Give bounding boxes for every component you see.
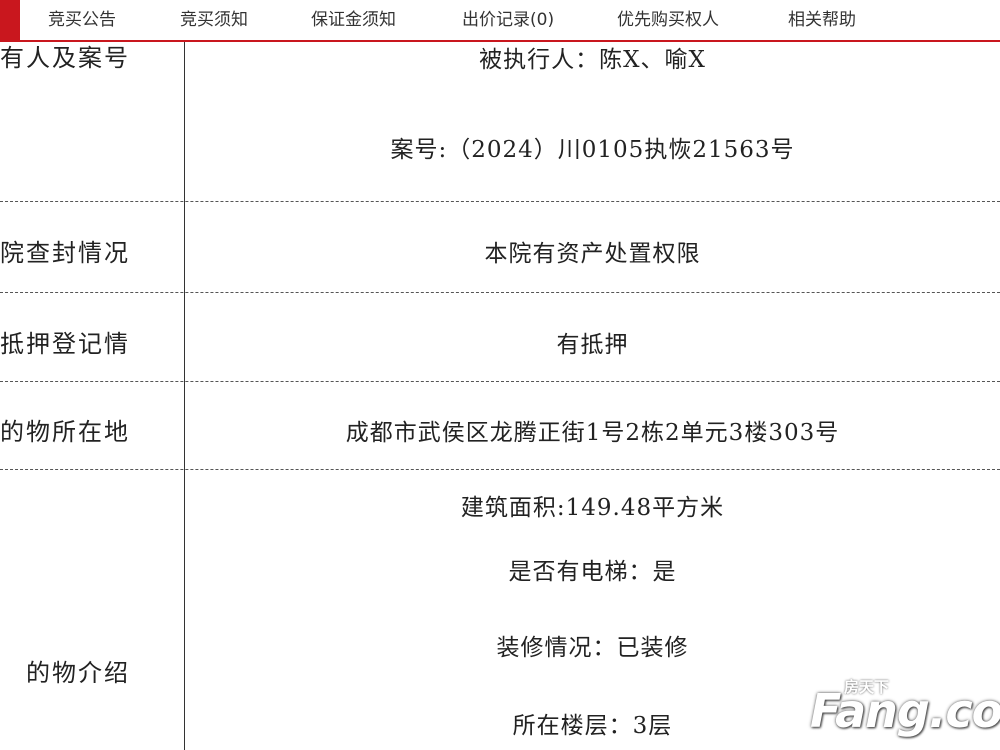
row-label-property-intro: 的物介绍: [26, 659, 130, 687]
tab-bar: 竞买公告 竞买须知 保证金须知 出价记录(0) 优先购买权人 相关帮助: [0, 0, 1000, 42]
watermark-brand: Fang.com: [810, 684, 1000, 738]
tab-auction-notice[interactable]: 竞买公告: [48, 0, 116, 40]
row-value-seizure-status: 本院有资产处置权限: [484, 241, 701, 267]
row-value-decoration: 装修情况：已装修: [496, 635, 689, 661]
row-label-seizure-status: 院查封情况: [0, 239, 130, 267]
row-label-owner-case: 所有人及案号: [0, 44, 130, 72]
row-value-case-number: 案号:（2024）川0105执恢21563号: [390, 137, 795, 163]
tab-related-help[interactable]: 相关帮助: [788, 0, 856, 40]
watermark-cn: 房天下: [844, 678, 890, 696]
row-divider: [0, 381, 1000, 382]
row-value-elevator: 是否有电梯：是: [508, 559, 677, 585]
tab-deposit-instructions[interactable]: 保证金须知: [311, 0, 396, 40]
row-divider: [0, 469, 1000, 470]
row-value-mortgage: 有抵押: [556, 332, 629, 358]
tab-preemptive-buyers[interactable]: 优先购买权人: [617, 0, 719, 40]
row-divider: [0, 292, 1000, 293]
auction-detail-page: 竞买公告 竞买须知 保证金须知 出价记录(0) 优先购买权人 相关帮助 所有人及…: [0, 0, 1000, 750]
tab-bar-accent: [0, 0, 20, 42]
tab-bidding-instructions[interactable]: 竞买须知: [180, 0, 248, 40]
row-value-building-area: 建筑面积:149.48平方米: [460, 495, 725, 521]
row-label-property-location: 的物所在地: [0, 418, 130, 446]
row-divider: [0, 201, 1000, 202]
row-value-property-address: 成都市武侯区龙腾正街1号2栋2单元3楼303号: [345, 420, 840, 446]
fang-watermark-logo: Fang.com 房天下: [810, 678, 1000, 740]
row-value-executed-party: 被执行人：陈X、喻X: [479, 47, 706, 73]
tab-bid-records[interactable]: 出价记录(0): [462, 0, 554, 40]
row-label-mortgage-registration: 抵押登记情: [0, 330, 130, 358]
